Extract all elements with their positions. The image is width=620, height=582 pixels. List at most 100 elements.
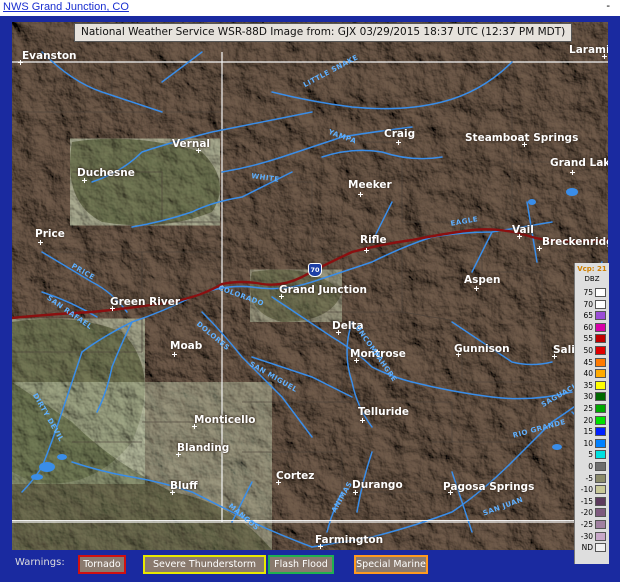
legend-value: 20 (583, 415, 593, 425)
warnings-bar: Warnings: Tornado Severe Thunderstorm Flas… (12, 553, 572, 575)
legend-swatch (595, 531, 606, 541)
city-label: Meeker (348, 179, 392, 191)
legend-swatch (595, 311, 606, 321)
legend-value: -5 (585, 473, 593, 483)
legend-value: 30 (583, 392, 593, 402)
legend-swatch (595, 404, 606, 413)
grid-line-bottom (12, 520, 608, 521)
legend-swatch (595, 288, 606, 297)
interstate-shield: 70 (308, 263, 322, 277)
city-marker (570, 170, 575, 175)
legend-swatch (595, 485, 606, 495)
city-label: Bluff (170, 480, 198, 492)
city-label: Telluride (358, 406, 409, 418)
city-label: Price (35, 228, 65, 240)
legend-swatch (595, 473, 606, 483)
legend-value: 75 (583, 288, 593, 297)
city-label: Vernal (172, 138, 211, 150)
city-label: Blanding (177, 442, 230, 454)
legend-title: Vcp: 21 (577, 265, 607, 273)
legend-value: 15 (583, 427, 593, 437)
legend-value: 65 (583, 311, 593, 321)
city-label: Steamboat Springs (465, 132, 579, 144)
city-label: Monticello (194, 414, 256, 426)
site-link[interactable]: NWS Grand Junction, CO (3, 1, 129, 13)
city-label: Evanston (22, 50, 77, 62)
legend-row: 55 (575, 333, 609, 344)
city-label: Craig (384, 128, 416, 140)
warning-flash-flood-button[interactable]: Flash Flood (268, 555, 334, 574)
city-label: Aspen (464, 274, 501, 286)
legend-swatch (595, 357, 606, 367)
city-marker (38, 240, 43, 245)
legend-row: 45 (575, 357, 609, 368)
city-label: Farmington (315, 534, 384, 546)
legend-value: 45 (583, 357, 593, 367)
legend-swatch (595, 380, 606, 390)
legend-swatch (595, 369, 606, 379)
legend-row: 5 (575, 449, 609, 460)
legend-row: 0 (575, 461, 609, 472)
legend-row: 10 (575, 438, 609, 449)
city-marker (396, 140, 401, 145)
legend-value: 0 (588, 462, 593, 471)
legend-row: ND (575, 542, 609, 553)
legend-swatch (595, 450, 606, 460)
legend-swatch (595, 543, 606, 553)
warning-severe-thunderstorm-button[interactable]: Severe Thunderstorm (143, 555, 266, 574)
map-title: National Weather Service WSR-88D Image f… (74, 23, 573, 42)
legend-value: ND (581, 543, 593, 553)
dbz-legend: Vcp: 21 DBZ 75 70 65 60 55 50 45 40 35 30 25 20 15 10… (574, 263, 609, 564)
city-marker (364, 248, 369, 253)
legend-value: 35 (583, 380, 593, 390)
city-marker (172, 352, 177, 357)
legend-swatch (595, 508, 606, 518)
legend-swatch (595, 496, 606, 506)
legend-value: 10 (583, 438, 593, 448)
city-label: Green River (110, 296, 180, 308)
legend-value: 25 (583, 404, 593, 413)
legend-swatch (595, 334, 606, 344)
legend-row: -30 (575, 531, 609, 542)
city-marker (474, 286, 479, 291)
legend-swatch (595, 462, 606, 471)
legend-row: 35 (575, 380, 609, 391)
city-label: Durango (352, 479, 403, 491)
legend-row: 25 (575, 403, 609, 414)
legend-swatch (595, 392, 606, 402)
legend-value: 5 (588, 450, 593, 460)
legend-swatch (595, 415, 606, 425)
legend-row: -25 (575, 519, 609, 530)
legend-value: 50 (583, 346, 593, 355)
legend-swatch (595, 322, 606, 332)
city-label: Laramie (569, 44, 608, 56)
city-marker (358, 192, 363, 197)
legend-unit: DBZ (584, 275, 600, 283)
city-label: Duchesne (77, 167, 135, 179)
legend-row: 30 (575, 391, 609, 402)
legend-row: 15 (575, 426, 609, 437)
top-bar: NWS Grand Junction, CO - (0, 0, 620, 16)
city-label: Grand Lake (550, 157, 608, 169)
city-label: Rifle (360, 234, 387, 246)
legend-row: -15 (575, 496, 609, 507)
legend-value: -10 (580, 485, 593, 495)
warning-tornado-button[interactable]: Tornado (78, 555, 126, 574)
city-label: Grand Junction (279, 284, 367, 296)
legend-row: 20 (575, 415, 609, 426)
radar-map: National Weather Service WSR-88D Image f… (12, 22, 608, 550)
legend-row: 70 (575, 299, 609, 310)
warning-special-marine-button[interactable]: Special Marine (354, 555, 428, 574)
city-marker (360, 418, 365, 423)
city-label: Breckenridge (542, 236, 608, 248)
legend-swatch (595, 346, 606, 355)
legend-value: -20 (580, 508, 593, 518)
city-label: Moab (170, 340, 203, 352)
legend-value: -15 (580, 496, 593, 506)
city-label: Cortez (276, 470, 315, 482)
legend-row: 75 (575, 287, 609, 298)
legend-value: 55 (583, 334, 593, 344)
legend-value: 40 (583, 369, 593, 379)
legend-row: 40 (575, 368, 609, 379)
legend-row: -10 (575, 484, 609, 495)
